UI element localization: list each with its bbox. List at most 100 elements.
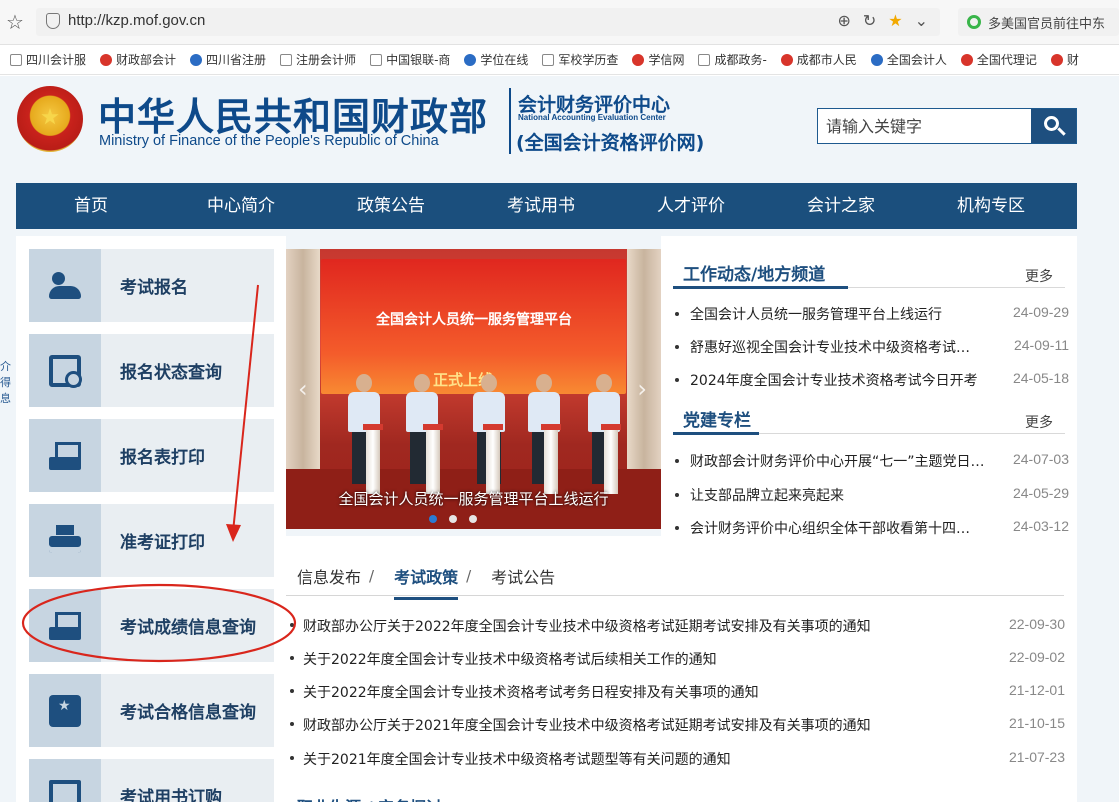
document-search-icon [49, 354, 82, 388]
notice-row[interactable]: 关于2022年度全国会计专业技术资格考试考务日程安排及有关事项的通知 21-12-… [290, 681, 1065, 705]
nav-books[interactable]: 考试用书 [466, 183, 616, 229]
list-item[interactable]: 财政部会计财务评价中心开展“七一”主题党日… 24-07-03 [675, 450, 1069, 474]
menu-label: 考试合格信息查询 [120, 703, 256, 723]
news-slider[interactable]: 全国会计人员统一服务管理平台 正式上线 ‹ › 全国会计人员统一服务管理平台上线… [286, 249, 661, 529]
bookmark-item[interactable]: 四川省注册 [190, 51, 266, 68]
menu-label: 考试报名 [120, 278, 188, 298]
news-ticker-text[interactable]: 多美国官员前往中东 [988, 17, 1105, 32]
url-field[interactable]: http://kzp.mof.gov.cn ⊕ ↻ ★ ⌄ [36, 8, 940, 36]
list-item[interactable]: 让支部品牌立起来亮起来 24-05-29 [675, 484, 1069, 508]
bookmark-item[interactable]: 军校学历查 [542, 51, 618, 68]
zoom-icon[interactable]: ⊕ [837, 11, 850, 30]
notice-panel: 信息发布 / 考试政策 / 考试公告 财政部办公厅关于2022年度全国会计专业技… [286, 536, 1077, 802]
nav-institutions[interactable]: 机构专区 [916, 183, 1066, 229]
graduation-cap-icon [464, 53, 477, 66]
notice-row[interactable]: 财政部办公厅关于2021年度全国会计专业技术中级资格考试延期考试安排及有关事项的… [290, 714, 1065, 738]
bookmarks-bar: 四川会计服 财政部会计 四川省注册 注册会计师 中国银联-商 学位在线 军校学历… [0, 45, 1119, 75]
bookmark-item[interactable]: 四川会计服 [10, 51, 86, 68]
menu-exam-registration[interactable]: 考试报名 [29, 249, 274, 322]
national-emblem-icon [17, 86, 83, 152]
nav-home[interactable]: 首页 [16, 183, 166, 229]
people-icon [49, 270, 81, 302]
bookmark-item[interactable]: 财政部会计 [100, 51, 176, 68]
menu-label: 报名状态查询 [120, 363, 222, 383]
shield-icon [46, 13, 60, 29]
bookmark-item[interactable]: 全国会计人 [870, 51, 947, 68]
site-icon [780, 53, 793, 66]
slider-dot[interactable] [449, 515, 457, 523]
right-column: 工作动态/地方频道 更多 全国会计人员统一服务管理平台上线运行 24-09-29 … [661, 236, 1077, 537]
menu-label: 报名表打印 [120, 448, 205, 468]
menu-admission-print[interactable]: 准考证打印 [29, 504, 274, 577]
page-icon [370, 53, 383, 66]
menu-label: 准考证打印 [120, 533, 205, 553]
menu-score-query[interactable]: 考试成绩信息查询 [29, 589, 274, 662]
section-title[interactable]: 工作动态/地方频道 [683, 260, 825, 289]
menu-form-print[interactable]: 报名表打印 [29, 419, 274, 492]
favorite-star-icon[interactable]: ★ [888, 11, 902, 30]
center-subtitle: (全国会计资格评价网) [516, 132, 705, 154]
section-title[interactable]: 党建专栏 [683, 406, 751, 435]
main-nav: 首页 中心简介 政策公告 考试用书 人才评价 会计之家 机构专区 [16, 183, 1077, 229]
menu-label: 考试成绩信息查询 [120, 618, 256, 638]
tray-icon [49, 440, 81, 472]
notice-row[interactable]: 关于2021年度全国会计专业技术中级资格考试题型等有关问题的通知 21-07-23 [290, 748, 1065, 772]
bookmark-item[interactable]: 中国银联-商 [370, 51, 450, 68]
more-link[interactable]: 更多 [1025, 412, 1053, 432]
bookmark-item[interactable]: 全国代理记 [960, 51, 1037, 68]
page-icon [698, 53, 711, 66]
menu-qualification-query[interactable]: 考试合格信息查询 [29, 674, 274, 747]
nav-policy[interactable]: 政策公告 [316, 183, 466, 229]
notice-tabs: 信息发布 / 考试政策 / 考试公告 [286, 556, 1064, 600]
slider-dot[interactable] [429, 515, 437, 523]
bookmark-star-icon[interactable]: ☆ [6, 10, 24, 34]
menu-registration-status[interactable]: 报名状态查询 [29, 334, 274, 407]
nav-about[interactable]: 中心简介 [166, 183, 316, 229]
chevron-down-icon[interactable]: ⌄ [915, 11, 928, 30]
notice-row[interactable]: 财政部办公厅关于2022年度全国会计专业技术中级资格考试延期考试安排及有关事项的… [290, 615, 1065, 639]
bookmark-item[interactable]: 注册会计师 [280, 51, 356, 68]
nav-accountant-home[interactable]: 会计之家 [766, 183, 916, 229]
refresh-icon[interactable]: ↻ [863, 11, 876, 30]
bookmark-item[interactable]: 成都市人民 [780, 51, 857, 68]
nav-talent[interactable]: 人才评价 [616, 183, 766, 229]
page-content: 中华人民共和国财政部 Ministry of Finance of the Pe… [0, 76, 1119, 802]
service-menu: 考试报名 报名状态查询 报名表打印 准考证打印 考试成绩信息查询 考试合格信息查… [16, 236, 286, 802]
url-text[interactable]: http://kzp.mof.gov.cn [68, 12, 205, 29]
tab-info[interactable]: 信息发布 [297, 564, 361, 588]
stage-screen-title: 全国会计人员统一服务管理平台 [376, 312, 572, 328]
next-section-tabs[interactable]: 职业生涯 / 实务探讨 [297, 794, 442, 802]
bookmark-item[interactable]: 学位在线 [464, 51, 528, 68]
page-icon [280, 53, 293, 66]
news-ticker[interactable]: 多美国官员前往中东 [958, 8, 1119, 36]
shield-icon [870, 53, 883, 66]
menu-book-order[interactable]: 考试用书订购 [29, 759, 274, 802]
printer-icon [49, 524, 81, 557]
more-link[interactable]: 更多 [1025, 266, 1053, 286]
list-item[interactable]: 2024年度全国会计专业技术资格考试今日开考 24-05-18 [675, 369, 1069, 393]
news-search-icon [967, 15, 981, 29]
bookmark-item[interactable]: 学信网 [632, 51, 684, 68]
tab-exam-notice[interactable]: 考试公告 [491, 564, 555, 588]
bookmark-item[interactable]: 财 [1050, 51, 1079, 68]
page-icon [542, 53, 555, 66]
search-input[interactable] [818, 109, 1032, 143]
book-icon [49, 779, 81, 802]
search-button[interactable] [1031, 109, 1076, 143]
work-section-header: 工作动态/地方频道 更多 [673, 258, 1065, 289]
slider-dot[interactable] [469, 515, 477, 523]
chevron-left-icon[interactable]: ‹ [298, 375, 308, 403]
tray-icon [49, 610, 81, 642]
list-item[interactable]: 舒惠好巡视全国会计专业技术中级资格考试… 24-09-11 [675, 336, 1069, 360]
list-item[interactable]: 全国会计人员统一服务管理平台上线运行 24-09-29 [675, 303, 1069, 327]
slider-caption[interactable]: 全国会计人员统一服务管理平台上线运行 [286, 488, 661, 509]
bookmark-item[interactable]: 成都政务- [698, 51, 767, 68]
site-icon [190, 53, 203, 66]
emblem-icon [1050, 53, 1063, 66]
tab-exam-policy[interactable]: 考试政策 [394, 564, 459, 600]
header-divider [509, 88, 511, 154]
left-edge-fragment: 介 得 息 [0, 360, 11, 405]
chevron-right-icon[interactable]: › [637, 375, 647, 403]
notice-row[interactable]: 关于2022年度全国会计专业技术中级资格考试后续相关工作的通知 22-09-02 [290, 648, 1065, 672]
site-title-en: Ministry of Finance of the People's Repu… [99, 133, 439, 149]
